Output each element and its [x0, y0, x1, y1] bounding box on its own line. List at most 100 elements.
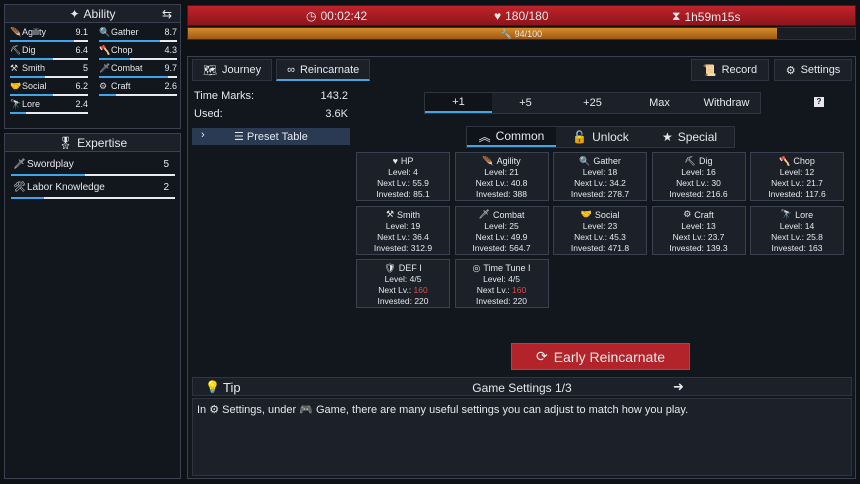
upgrade-card-agility[interactable]: 🪶 Agility Level: 21 Next Lv.: 40.8 Invested:…	[454, 152, 549, 201]
ability-bar-fill	[10, 112, 26, 114]
expertise-labor-knowledge[interactable]: 🛠 Labor Knowledge 2	[11, 179, 175, 199]
early-reincarnate-button[interactable]: ⟳ Early Reincarnate	[511, 343, 690, 370]
card-next-value: 160	[413, 285, 428, 295]
spiral-icon: ◎	[472, 262, 481, 273]
upgrade-card-chop[interactable]: 🪓 Chop Level: 12 Next Lv.: 21.7 Invested: 11…	[750, 152, 844, 201]
tab-unlock[interactable]: 🔓 Unlock	[556, 127, 645, 147]
ability-smith[interactable]: ⚒ Smith 5	[8, 62, 92, 79]
tab-special[interactable]: ★ Special	[645, 127, 734, 147]
card-title-text: HP	[400, 156, 414, 166]
ability-bar	[10, 58, 88, 60]
upgrade-card-lore[interactable]: 🔭 Lore Level: 14 Next Lv.: 25.8 Invested: 16…	[750, 205, 844, 255]
hp-value: 180/180	[505, 9, 549, 23]
swap-icon[interactable]: ⇆	[162, 7, 172, 21]
card-title: ⚒ Smith	[357, 209, 449, 221]
hp-bar: ◷ 00:02:42 ♥ 180/180 ⧗ 1h59m15s	[187, 5, 856, 26]
ability-value: 9.7	[164, 63, 177, 73]
card-next-value: 34.2	[609, 178, 626, 188]
amount-option[interactable]: Max	[626, 93, 693, 113]
ability-value: 9.1	[75, 27, 88, 37]
tab-journey[interactable]: 🗺 Journey	[192, 59, 273, 81]
expertise-swordplay[interactable]: 🗡 Swordplay 5	[11, 156, 175, 176]
gear-icon: ⚙	[785, 64, 796, 77]
card-level: Level: 21	[484, 167, 519, 177]
feather-icon: 🪶	[10, 27, 22, 37]
expertise-panel: 🎖 Expertise 🗡 Swordplay 5 🛠 Labor Knowledge 2	[4, 133, 181, 479]
card-invested: Invested: 163	[771, 242, 823, 253]
remaining-value: 1h59m15s	[684, 9, 741, 24]
arrow-right-icon[interactable]: ➜	[673, 379, 684, 395]
card-invested: Invested: 388	[475, 189, 528, 199]
card-next-label: Next Lv.:	[771, 231, 807, 242]
ability-value: 6.4	[75, 45, 88, 55]
upgrade-card-smith[interactable]: ⚒ Smith Level: 19 Next Lv.: 36.4 Invested: 3…	[356, 205, 450, 255]
preset-table-label: ☰ Preset Table	[234, 131, 308, 143]
gears-icon: ⚙	[683, 209, 692, 219]
xp-readout: 🔧 94/100	[188, 28, 855, 40]
expertise-header: 🎖 Expertise	[5, 134, 180, 152]
ability-value: 6.2	[75, 81, 88, 91]
upgrade-card-craft[interactable]: ⚙ Craft Level: 13 Next Lv.: 23.7 Invested: 1…	[651, 205, 746, 255]
ability-social[interactable]: 🤝 Social 6.2	[8, 80, 92, 97]
preset-table-text: Preset Table	[246, 131, 308, 143]
ability-craft[interactable]: ⚙ Craft 2.6	[97, 80, 181, 97]
binoculars-icon: 🔭	[10, 99, 22, 109]
ability-value: 5	[82, 63, 88, 73]
ability-lore[interactable]: 🔭 Lore 2.4	[8, 98, 92, 115]
xp-value: 94/100	[514, 29, 543, 39]
amount-option[interactable]: +1	[425, 93, 492, 113]
tab-common[interactable]: ︽ Common	[467, 127, 556, 147]
ability-name: Lore	[22, 99, 41, 109]
card-title: 🪓 Chop	[751, 155, 843, 167]
preset-table-toggle[interactable]: › ☰ Preset Table	[192, 128, 350, 145]
pickaxe-icon: ⛏	[10, 45, 22, 55]
upgrade-card-time-tune-i[interactable]: ◎ Time Tune I Level: 4/5 Next Lv.: 160 Inves…	[454, 259, 549, 308]
ability-gather[interactable]: 🔍 Gather 8.7	[97, 26, 181, 43]
hp-readout: ♥ 180/180	[494, 9, 549, 23]
card-next-label: Next Lv.:	[574, 178, 610, 188]
ability-bar	[99, 58, 177, 60]
card-next-label: Next Lv.:	[378, 285, 414, 295]
category-tabs: ︽ Common 🔓 Unlock ★ Special	[466, 126, 735, 148]
expertise-bar	[11, 197, 175, 199]
ability-agility[interactable]: 🪶 Agility 9.1	[8, 26, 92, 43]
settings-button[interactable]: ⚙ Settings	[774, 59, 852, 81]
card-level: Level: 4	[388, 167, 418, 177]
card-next-value: 23.7	[707, 231, 725, 242]
tools-icon: 🛠	[13, 182, 26, 193]
time-marks-label: Time Marks:	[194, 90, 255, 102]
upgrade-card-dig[interactable]: ⛏ Dig Level: 16 Next Lv.: 30 Invested: 216.6	[651, 152, 746, 201]
ability-combat[interactable]: 🗡 Combat 9.7	[97, 62, 181, 79]
upgrade-card-def-i[interactable]: 🛡 DEF I Level: 4/5 Next Lv.: 160 Invested: 2…	[356, 259, 450, 308]
card-title: ♥ HP	[357, 155, 449, 167]
expertise-value: 5	[163, 159, 169, 170]
ability-name: Dig	[22, 45, 36, 55]
card-next-level: Next Lv.: 160	[456, 285, 548, 296]
axe-icon: 🪓	[99, 45, 111, 55]
card-next-label: Next Lv.:	[574, 231, 610, 242]
tab-reincarnate[interactable]: ∞ Reincarnate	[276, 59, 371, 81]
expertise-name: Swordplay	[27, 159, 74, 170]
amount-option[interactable]: +25	[559, 93, 626, 113]
ability-dig[interactable]: ⛏ Dig 6.4	[8, 44, 92, 61]
ability-chop[interactable]: 🪓 Chop 4.3	[97, 44, 181, 61]
binoculars-icon: 🔭	[780, 209, 793, 219]
timer-value: 00:02:42	[320, 9, 368, 23]
record-button[interactable]: 📜 Record	[691, 59, 769, 81]
upgrade-card-gather[interactable]: 🔍 Gather Level: 18 Next Lv.: 34.2 Invested: …	[553, 152, 647, 201]
card-invested: Invested: 220	[475, 296, 528, 306]
handshake-icon: 🤝	[10, 81, 22, 91]
card-level: Level: 4/5	[384, 274, 422, 284]
ability-name: Agility	[22, 27, 47, 37]
card-next-label: Next Lv.:	[771, 178, 807, 188]
upgrade-card-combat[interactable]: 🗡 Combat Level: 25 Next Lv.: 49.9 Invested: …	[454, 205, 549, 255]
upgrade-card-hp[interactable]: ♥ HP Level: 4 Next Lv.: 55.9 Invested: 85.1	[356, 152, 450, 201]
help-icon[interactable]: ?	[814, 97, 824, 107]
tip-text-3: Game, there are many useful settings you…	[312, 404, 689, 416]
marks-column: Time Marks: 143.2 Used: 3.6K › ☰ Preset …	[192, 87, 350, 145]
card-next-level: Next Lv.: 160	[357, 285, 449, 296]
upgrade-card-social[interactable]: 🤝 Social Level: 23 Next Lv.: 45.3 Invested: …	[553, 205, 647, 255]
card-next-label: Next Lv.:	[476, 285, 513, 295]
amount-option[interactable]: Withdraw	[693, 93, 760, 113]
amount-option[interactable]: +5	[492, 93, 559, 113]
